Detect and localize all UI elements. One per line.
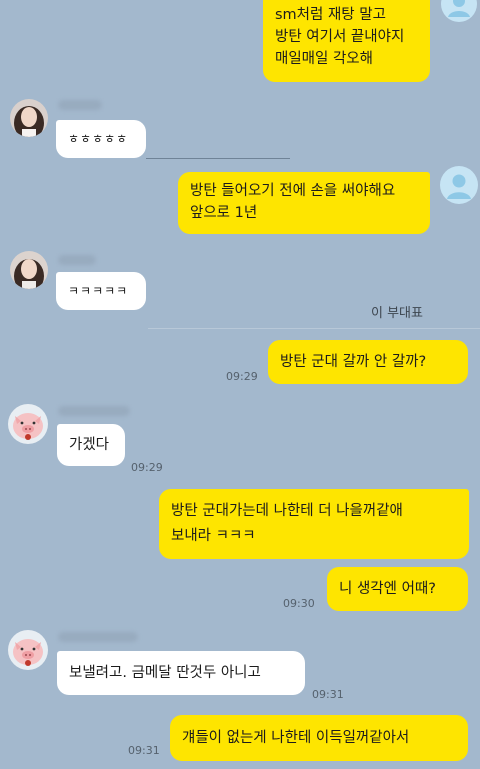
message-text: 보낼려고. 금메달 딴것두 아니고 [69,665,261,681]
divider [148,328,480,329]
timestamp: 09:29 [226,370,258,383]
message-text: 걔들이 없는게 나한테 이득일꺼같아서 [182,730,410,746]
message-bubble-sent[interactable]: 니 생각엔 어때? [327,567,468,611]
message-text: 방탄 들어오기 전에 손을 써야해요 앞으로 1년 [190,183,396,221]
person-icon [447,174,471,199]
timestamp: 09:31 [312,688,344,701]
message-bubble-sent[interactable]: 방탄 들어오기 전에 손을 써야해요 앞으로 1년 [178,172,430,234]
profile-icon [441,0,477,22]
message-text: 방탄 군대가는데 나한테 더 나을꺼같애 보내라 ㅋㅋㅋ [171,503,403,544]
message-bubble-sent[interactable]: 방탄 군대 갈까 안 갈까? [268,340,468,384]
timestamp: 09:29 [131,461,163,474]
avatar-girl[interactable] [10,99,48,137]
message-bubble-received[interactable]: ㅋㅋㅋㅋㅋ [56,272,146,310]
message-bubble-sent[interactable]: sm처럼 재탕 말고 방탄 여기서 끝내야지 매일매일 각오해 [263,0,430,82]
avatar-girl[interactable] [10,251,48,289]
message-bubble-received[interactable]: 가겠다 [57,424,125,466]
avatar-pig[interactable] [8,404,48,444]
chat-window[interactable]: sm처럼 재탕 말고 방탄 여기서 끝내야지 매일매일 각오해 ㅎㅎㅎㅎㅎ 방탄… [0,0,480,769]
message-bubble-sent[interactable]: 걔들이 없는게 나한테 이득일꺼같아서 [170,715,468,761]
sender-name [58,100,102,110]
message-text: ㅋㅋㅋㅋㅋ [68,284,129,298]
timestamp: 09:30 [283,597,315,610]
timestamp: 09:31 [128,744,160,757]
message-bubble-received[interactable]: ㅎㅎㅎㅎㅎ [56,120,146,158]
profile-icon [440,166,478,204]
person-icon [448,0,470,17]
sender-name [58,255,96,265]
message-text: 방탄 군대 갈까 안 갈까? [280,354,427,370]
divider [146,158,290,159]
sender-name [58,406,130,416]
caption-text: 이 부대표 [371,306,423,321]
message-text: 니 생각엔 어때? [339,581,436,597]
message-bubble-received[interactable]: 보낼려고. 금메달 딴것두 아니고 [57,651,305,695]
message-text: sm처럼 재탕 말고 방탄 여기서 끝내야지 매일매일 각오해 [275,7,405,67]
message-text: ㅎㅎㅎㅎㅎ [68,132,129,146]
avatar-pig[interactable] [8,630,48,670]
message-text: 가겠다 [69,437,110,453]
message-bubble-sent[interactable]: 방탄 군대가는데 나한테 더 나을꺼같애 보내라 ㅋㅋㅋ [159,489,469,559]
sender-name [58,632,138,642]
